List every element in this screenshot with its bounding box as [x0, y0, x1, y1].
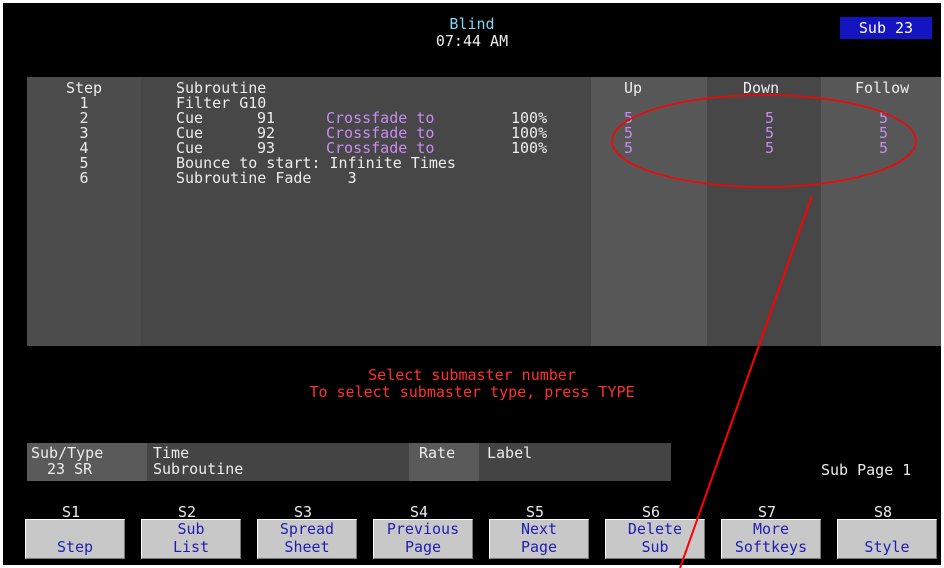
annotation-overlay [611, 94, 917, 568]
pointer-line [679, 195, 813, 568]
highlight-ellipse [611, 94, 917, 188]
